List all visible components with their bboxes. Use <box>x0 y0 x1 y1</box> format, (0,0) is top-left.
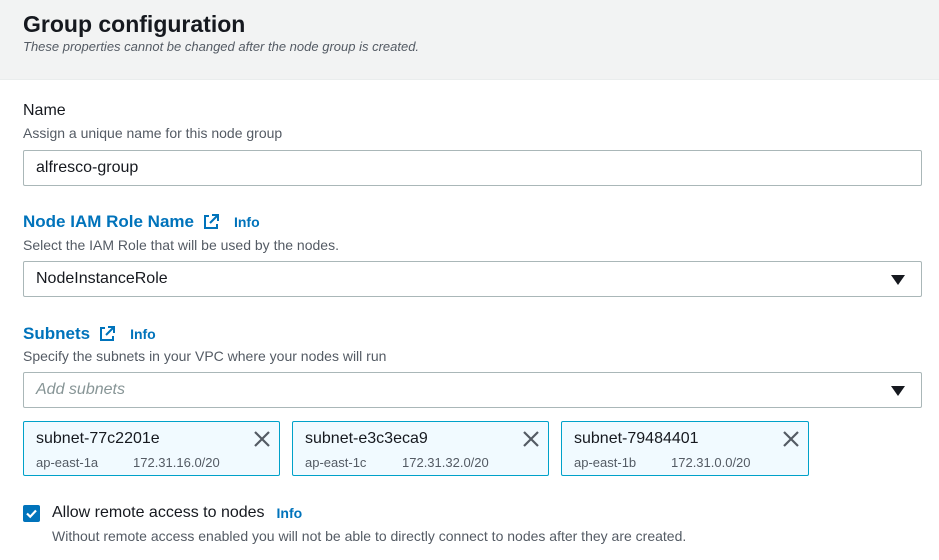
iam-role-label: Node IAM Role Name Info <box>23 212 260 232</box>
caret-down-icon <box>891 386 905 396</box>
remote-access-label-text[interactable]: Allow remote access to nodes <box>52 504 265 522</box>
subnet-token: subnet-e3c3eca9 ap-east-1c 172.31.32.0/2… <box>292 421 549 476</box>
section-header: Group configuration These properties can… <box>0 0 939 80</box>
remote-access-description: Without remote access enabled you will n… <box>52 528 687 544</box>
close-icon[interactable] <box>782 430 800 448</box>
subnet-token-az: ap-east-1a <box>36 455 99 470</box>
subnet-token: subnet-77c2201e ap-east-1a 172.31.16.0/2… <box>23 421 280 476</box>
remote-access-info-link[interactable]: Info <box>277 505 303 521</box>
name-input[interactable]: alfresco-group <box>23 150 922 186</box>
subnet-token-az: ap-east-1c <box>305 455 367 470</box>
subnet-token: subnet-79484401 ap-east-1b 172.31.0.0/20 <box>561 421 809 476</box>
subnet-token-cidr: 172.31.32.0/20 <box>402 455 489 470</box>
subnet-token-az: ap-east-1b <box>574 455 637 470</box>
subnet-token-cidr: 172.31.16.0/20 <box>133 455 220 470</box>
iam-role-description: Select the IAM Role that will be used by… <box>23 237 339 253</box>
iam-role-info-link[interactable]: Info <box>234 214 260 230</box>
close-icon[interactable] <box>522 430 540 448</box>
subnet-token-id: subnet-e3c3eca9 <box>305 430 428 447</box>
name-label: Name <box>23 102 66 119</box>
subnet-token-id: subnet-77c2201e <box>36 430 160 447</box>
external-link-icon[interactable] <box>98 325 116 343</box>
iam-role-link[interactable]: Node IAM Role Name <box>23 212 194 232</box>
close-icon[interactable] <box>253 430 271 448</box>
subnets-label: Subnets Info <box>23 324 156 344</box>
subnets-link[interactable]: Subnets <box>23 324 90 344</box>
external-link-icon[interactable] <box>202 213 220 231</box>
subnets-placeholder: Add subnets <box>36 381 125 398</box>
remote-access-label: Allow remote access to nodes Info <box>52 504 302 522</box>
subnets-info-link[interactable]: Info <box>130 326 156 342</box>
subnets-select[interactable]: Add subnets <box>23 372 922 408</box>
section-subtitle: These properties cannot be changed after… <box>23 39 420 54</box>
caret-down-icon <box>891 275 905 285</box>
iam-role-selected-value: NodeInstanceRole <box>36 270 168 287</box>
checkmark-icon <box>26 509 37 519</box>
subnet-token-cidr: 172.31.0.0/20 <box>671 455 751 470</box>
subnet-token-id: subnet-79484401 <box>574 430 699 447</box>
name-description: Assign a unique name for this node group <box>23 125 283 141</box>
remote-access-checkbox[interactable] <box>23 505 40 522</box>
iam-role-select[interactable]: NodeInstanceRole <box>23 261 922 297</box>
section-title: Group configuration <box>23 11 246 37</box>
subnets-description: Specify the subnets in your VPC where yo… <box>23 348 387 364</box>
